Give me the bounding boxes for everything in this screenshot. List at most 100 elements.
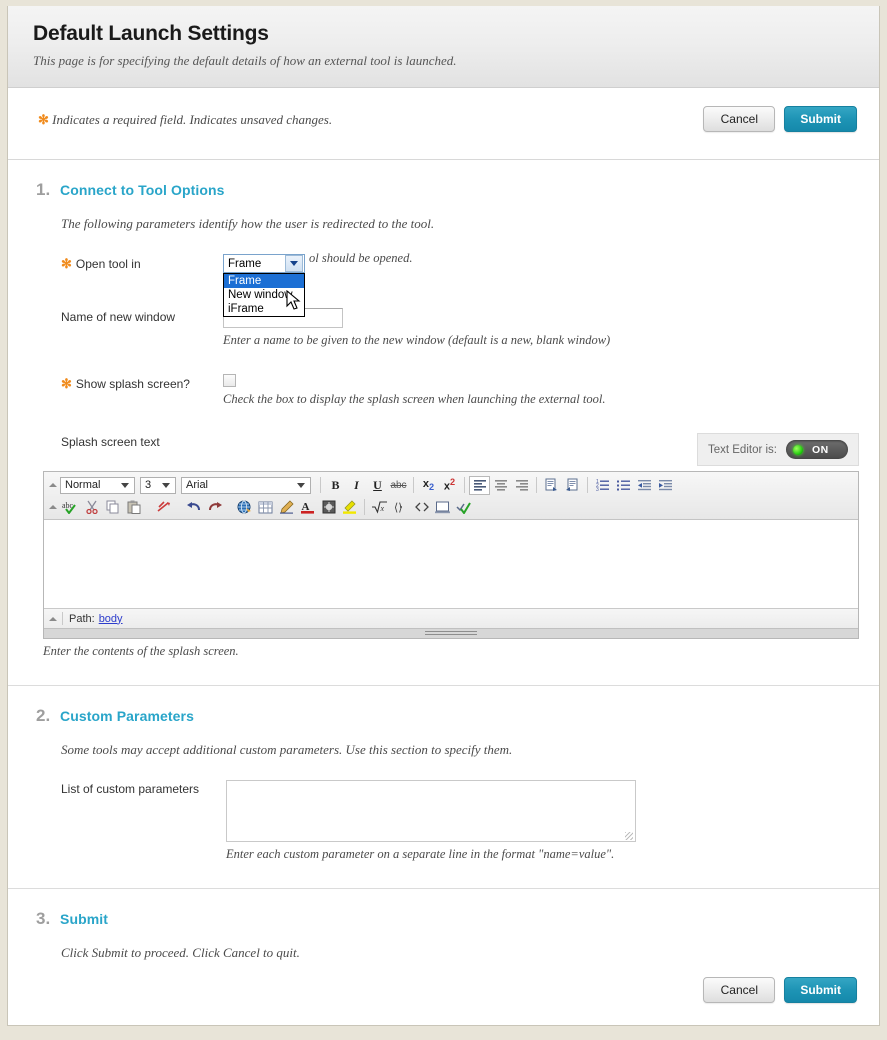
open-tool-in-label: ✻Open tool in bbox=[61, 256, 216, 272]
align-right-button[interactable] bbox=[511, 476, 532, 495]
paste-button[interactable] bbox=[123, 498, 144, 517]
page-container: Default Launch Settings This page is for… bbox=[7, 6, 880, 1026]
toolbar-divider bbox=[536, 477, 537, 493]
paste-as-text-button[interactable] bbox=[541, 476, 562, 495]
svg-text:⟨⟩: ⟨⟩ bbox=[394, 502, 403, 514]
spellcheck-done-button[interactable] bbox=[453, 498, 474, 517]
custom-parameters-textarea[interactable] bbox=[226, 780, 636, 842]
editor-toolbar-row-2: abc bbox=[44, 496, 858, 518]
open-tool-in-dropdown[interactable]: Frame New window iFrame bbox=[223, 273, 305, 317]
align-left-button[interactable] bbox=[469, 476, 490, 495]
redo-button[interactable] bbox=[204, 498, 225, 517]
bold-button[interactable]: B bbox=[325, 476, 346, 495]
cancel-button-bottom[interactable]: Cancel bbox=[703, 977, 775, 1003]
indent-button[interactable] bbox=[655, 476, 676, 495]
editor-toolbar-row-1: Normal 3 Arial B I U abc x2 x2 bbox=[44, 474, 858, 496]
outdent-button[interactable] bbox=[634, 476, 655, 495]
cancel-button-top[interactable]: Cancel bbox=[703, 106, 775, 132]
open-tool-in-value: Frame bbox=[224, 258, 285, 270]
text-editor-switch[interactable]: ON bbox=[786, 440, 848, 459]
paste-from-word-button[interactable] bbox=[562, 476, 583, 495]
editor-path-label: Path: bbox=[69, 613, 95, 625]
numbered-list-button[interactable]: 123 bbox=[592, 476, 613, 495]
insert-anchor-button[interactable]: ⟨⟩ bbox=[390, 498, 411, 517]
superscript-button[interactable]: x2 bbox=[439, 476, 460, 495]
section-connect-to-tool-options: 1. Connect to Tool Options The following… bbox=[8, 160, 879, 686]
section3-title: Submit bbox=[60, 911, 108, 927]
undo-button[interactable] bbox=[183, 498, 204, 517]
mouse-cursor-icon bbox=[286, 290, 302, 312]
insert-table-button[interactable] bbox=[255, 498, 276, 517]
section3-number: 3. bbox=[36, 909, 60, 929]
toolbar-collapse-icon[interactable] bbox=[48, 500, 58, 514]
editor-path-value[interactable]: body bbox=[99, 613, 123, 625]
section2-heading: 2. Custom Parameters bbox=[8, 706, 879, 726]
editor-resize-handle[interactable] bbox=[44, 628, 858, 638]
toolbar-divider bbox=[320, 477, 321, 493]
window-name-field: Enter a name to be given to the new wind… bbox=[223, 308, 879, 348]
bottom-button-group: Cancel Submit bbox=[703, 977, 857, 1003]
spellcheck-button[interactable]: abc bbox=[60, 498, 81, 517]
bottom-action-bar: Cancel Submit bbox=[8, 977, 879, 1011]
path-divider bbox=[62, 612, 63, 625]
row-open-tool-in: ✻Open tool in Frame Frame New window iFr… bbox=[8, 254, 879, 278]
window-name-label: Name of new window bbox=[61, 310, 216, 324]
insert-link-button[interactable] bbox=[234, 498, 255, 517]
align-center-button[interactable] bbox=[490, 476, 511, 495]
font-size-select[interactable]: 3 bbox=[140, 477, 176, 494]
show-splash-screen-label: ✻Show splash screen? bbox=[61, 376, 216, 392]
editor-path-bar: Path: body bbox=[44, 608, 858, 628]
text-editor-toggle[interactable]: Text Editor is: ON bbox=[697, 433, 859, 466]
copy-button[interactable] bbox=[102, 498, 123, 517]
text-color-button[interactable]: A bbox=[297, 498, 318, 517]
custom-parameters-label: List of custom parameters bbox=[61, 782, 221, 796]
show-splash-screen-checkbox[interactable] bbox=[223, 374, 236, 387]
bullet-list-button[interactable] bbox=[613, 476, 634, 495]
section1-heading: 1. Connect to Tool Options bbox=[8, 180, 879, 200]
insert-media-button[interactable] bbox=[318, 498, 339, 517]
dropdown-option-frame[interactable]: Frame bbox=[224, 274, 304, 288]
required-asterisk-icon: ✻ bbox=[61, 376, 72, 391]
underline-button[interactable]: U bbox=[367, 476, 388, 495]
strikethrough-button[interactable]: abc bbox=[388, 476, 409, 495]
custom-parameters-hint: Enter each custom parameter on a separat… bbox=[226, 847, 879, 862]
top-button-group: Cancel Submit bbox=[703, 106, 857, 132]
cleanup-code-button[interactable] bbox=[153, 498, 174, 517]
editor-content-area[interactable] bbox=[44, 520, 858, 608]
path-collapse-icon[interactable] bbox=[48, 613, 58, 625]
subscript-button[interactable]: x2 bbox=[418, 476, 439, 495]
submit-button-top[interactable]: Submit bbox=[784, 106, 857, 132]
section-submit: 3. Submit Click Submit to proceed. Click… bbox=[8, 889, 879, 1026]
page-subtitle: This page is for specifying the default … bbox=[33, 53, 879, 69]
section1-number: 1. bbox=[36, 180, 60, 200]
page-title: Default Launch Settings bbox=[33, 22, 879, 46]
toolbar-divider bbox=[464, 477, 465, 493]
required-note-text: Indicates a required field. Indicates un… bbox=[52, 112, 332, 127]
italic-button[interactable]: I bbox=[346, 476, 367, 495]
open-tool-in-field: Frame Frame New window iFrame ol should … bbox=[223, 254, 879, 266]
textarea-resize-grip-icon[interactable] bbox=[625, 832, 633, 840]
section2-title: Custom Parameters bbox=[60, 708, 194, 724]
chevron-down-icon[interactable] bbox=[285, 255, 303, 272]
open-tool-in-select[interactable]: Frame bbox=[223, 254, 305, 273]
html-source-button[interactable] bbox=[411, 498, 432, 517]
rich-text-editor: Normal 3 Arial B I U abc x2 x2 bbox=[43, 471, 859, 639]
row-splash-screen-text: Splash screen text Text Editor is: ON bbox=[8, 433, 879, 463]
highlight-color-button[interactable] bbox=[339, 498, 360, 517]
cut-button[interactable] bbox=[81, 498, 102, 517]
submit-button-bottom[interactable]: Submit bbox=[784, 977, 857, 1003]
insert-math-button[interactable]: x bbox=[369, 498, 390, 517]
splash-screen-text-hint: Enter the contents of the splash screen. bbox=[43, 644, 879, 659]
section2-description: Some tools may accept additional custom … bbox=[61, 742, 879, 758]
section3-heading: 3. Submit bbox=[8, 909, 879, 929]
toolbar-divider bbox=[413, 477, 414, 493]
edit-button[interactable] bbox=[276, 498, 297, 517]
status-dot-icon bbox=[793, 445, 803, 455]
toolbar-collapse-icon[interactable] bbox=[48, 478, 58, 492]
format-select[interactable]: Normal bbox=[60, 477, 135, 494]
preview-button[interactable] bbox=[432, 498, 453, 517]
font-family-select[interactable]: Arial bbox=[181, 477, 311, 494]
open-tool-in-select-wrap: Frame Frame New window iFrame bbox=[223, 254, 305, 273]
editor-toggle-bar: Text Editor is: ON bbox=[61, 433, 859, 463]
section3-description: Click Submit to proceed. Click Cancel to… bbox=[61, 945, 879, 961]
